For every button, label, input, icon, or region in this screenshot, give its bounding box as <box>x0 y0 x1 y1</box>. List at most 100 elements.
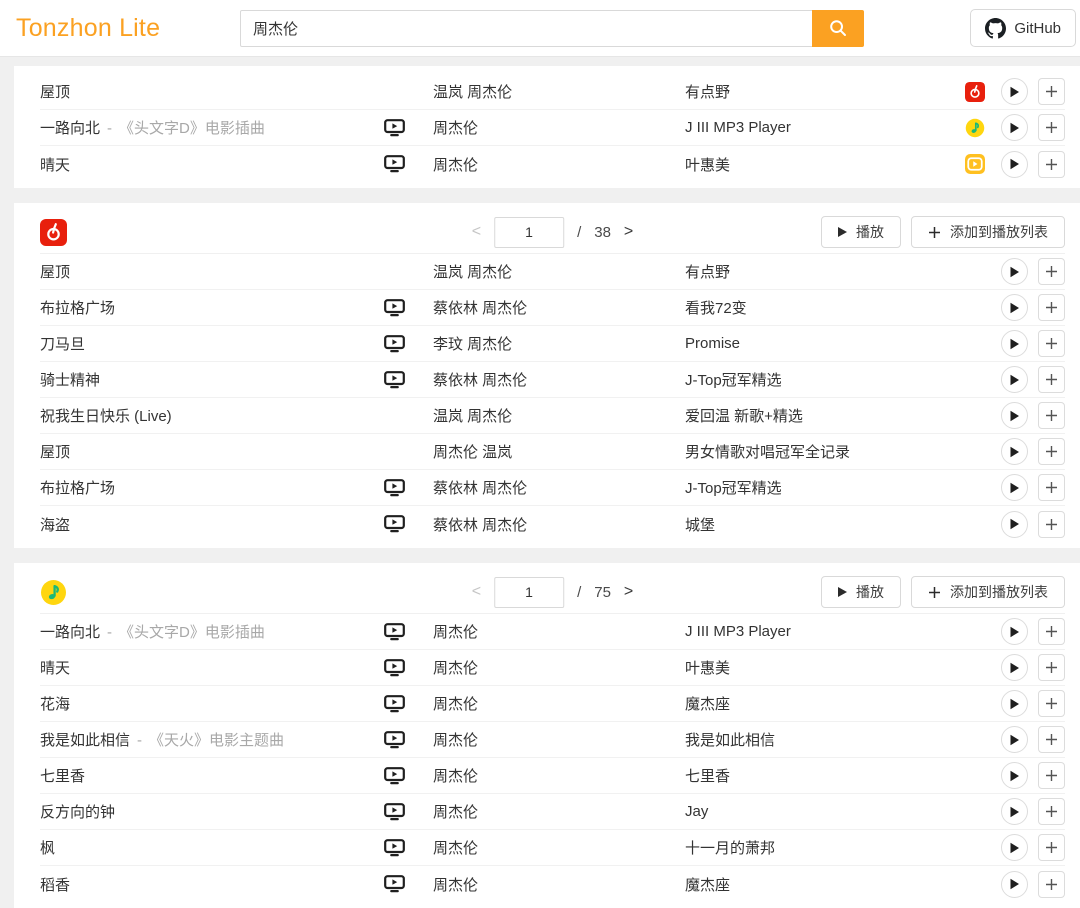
row-play-button[interactable] <box>1001 834 1028 861</box>
song-title[interactable]: 枫 <box>40 837 384 858</box>
song-title[interactable]: 布拉格广场 <box>40 477 384 498</box>
mv-icon[interactable] <box>384 839 405 857</box>
song-title[interactable]: 七里香 <box>40 765 384 786</box>
song-title[interactable]: 屋顶 <box>40 81 384 102</box>
song-title[interactable]: 一路向北 - 《头文字D》电影插曲 <box>40 117 384 138</box>
row-add-button[interactable] <box>1038 78 1065 105</box>
mv-icon[interactable] <box>384 623 405 641</box>
song-title[interactable]: 我是如此相信 - 《天火》电影主题曲 <box>40 729 384 750</box>
mv-icon[interactable] <box>384 659 405 677</box>
row-add-button[interactable] <box>1038 151 1065 178</box>
song-title[interactable]: 晴天 <box>40 657 384 678</box>
row-play-button[interactable] <box>1001 690 1028 717</box>
song-row: 骑士精神 蔡依林 周杰伦 J-Top冠军精选 <box>40 362 1065 398</box>
row-add-button[interactable] <box>1038 511 1065 538</box>
song-artist: 周杰伦 <box>433 117 685 138</box>
add-all-to-playlist-button[interactable]: 添加到播放列表 <box>911 216 1065 248</box>
song-title[interactable]: 刀马旦 <box>40 333 384 354</box>
row-play-button[interactable] <box>1001 402 1028 429</box>
row-play-button[interactable] <box>1001 511 1028 538</box>
song-title[interactable]: 屋顶 <box>40 441 384 462</box>
row-add-button[interactable] <box>1038 871 1065 898</box>
mv-icon[interactable] <box>384 695 405 713</box>
row-play-button[interactable] <box>1001 294 1028 321</box>
page-input[interactable] <box>494 217 564 248</box>
row-play-button[interactable] <box>1001 78 1028 105</box>
song-title[interactable]: 一路向北 - 《头文字D》电影插曲 <box>40 621 384 642</box>
row-play-button[interactable] <box>1001 726 1028 753</box>
add-all-to-playlist-button[interactable]: 添加到播放列表 <box>911 576 1065 608</box>
row-play-button[interactable] <box>1001 438 1028 465</box>
page-input[interactable] <box>494 577 564 608</box>
row-play-button[interactable] <box>1001 114 1028 141</box>
song-title[interactable]: 海盗 <box>40 514 384 535</box>
mv-icon[interactable] <box>384 407 405 425</box>
next-page-button[interactable]: > <box>624 223 633 241</box>
row-add-button[interactable] <box>1038 330 1065 357</box>
play-all-button[interactable]: 播放 <box>821 576 901 608</box>
subtitle-separator: - <box>107 120 112 137</box>
row-add-button[interactable] <box>1038 762 1065 789</box>
row-play-button[interactable] <box>1001 151 1028 178</box>
row-add-button[interactable] <box>1038 474 1065 501</box>
row-play-button[interactable] <box>1001 798 1028 825</box>
row-add-button[interactable] <box>1038 726 1065 753</box>
app-logo[interactable]: Tonzhon Lite <box>16 14 240 43</box>
pagination: < / 38 > <box>472 217 634 248</box>
row-add-button[interactable] <box>1038 654 1065 681</box>
song-title[interactable]: 反方向的钟 <box>40 801 384 822</box>
song-title[interactable]: 晴天 <box>40 154 384 175</box>
search-button[interactable] <box>812 10 864 47</box>
song-artist: 蔡依林 周杰伦 <box>433 514 685 535</box>
row-play-button[interactable] <box>1001 366 1028 393</box>
mv-icon[interactable] <box>384 803 405 821</box>
prev-page-button[interactable]: < <box>472 583 481 601</box>
song-title[interactable]: 稻香 <box>40 874 384 895</box>
github-button[interactable]: GitHub <box>970 9 1076 47</box>
song-title[interactable]: 祝我生日快乐 (Live) <box>40 405 384 426</box>
row-play-button[interactable] <box>1001 258 1028 285</box>
search-input[interactable] <box>240 10 813 47</box>
mv-icon[interactable] <box>384 299 405 317</box>
row-add-button[interactable] <box>1038 438 1065 465</box>
play-icon <box>838 587 847 597</box>
row-add-button[interactable] <box>1038 114 1065 141</box>
mv-icon[interactable] <box>384 155 405 173</box>
netease-icon <box>40 219 67 246</box>
mv-icon[interactable] <box>384 443 405 461</box>
row-add-button[interactable] <box>1038 366 1065 393</box>
row-add-button[interactable] <box>1038 798 1065 825</box>
song-title[interactable]: 布拉格广场 <box>40 297 384 318</box>
mv-icon[interactable] <box>384 875 405 893</box>
row-add-button[interactable] <box>1038 618 1065 645</box>
play-all-button[interactable]: 播放 <box>821 216 901 248</box>
next-page-button[interactable]: > <box>624 583 633 601</box>
row-add-button[interactable] <box>1038 690 1065 717</box>
mv-icon[interactable] <box>384 479 405 497</box>
mv-icon[interactable] <box>384 767 405 785</box>
mv-icon[interactable] <box>384 263 405 281</box>
song-album: J III MP3 Player <box>685 623 1001 640</box>
row-play-button[interactable] <box>1001 654 1028 681</box>
row-play-button[interactable] <box>1001 474 1028 501</box>
row-play-button[interactable] <box>1001 762 1028 789</box>
mv-icon[interactable] <box>384 731 405 749</box>
row-add-button[interactable] <box>1038 834 1065 861</box>
row-play-button[interactable] <box>1001 618 1028 645</box>
mv-icon[interactable] <box>384 83 405 101</box>
song-title[interactable]: 骑士精神 <box>40 369 384 390</box>
mv-icon[interactable] <box>384 119 405 137</box>
row-play-button[interactable] <box>1001 871 1028 898</box>
mv-icon[interactable] <box>384 515 405 533</box>
row-play-button[interactable] <box>1001 330 1028 357</box>
prev-page-button[interactable]: < <box>472 223 481 241</box>
row-add-button[interactable] <box>1038 258 1065 285</box>
song-title[interactable]: 屋顶 <box>40 261 384 282</box>
song-title[interactable]: 花海 <box>40 693 384 714</box>
mv-icon[interactable] <box>384 335 405 353</box>
play-icon <box>838 227 847 237</box>
row-add-button[interactable] <box>1038 294 1065 321</box>
row-add-button[interactable] <box>1038 402 1065 429</box>
song-title-text: 枫 <box>40 837 55 858</box>
mv-icon[interactable] <box>384 371 405 389</box>
